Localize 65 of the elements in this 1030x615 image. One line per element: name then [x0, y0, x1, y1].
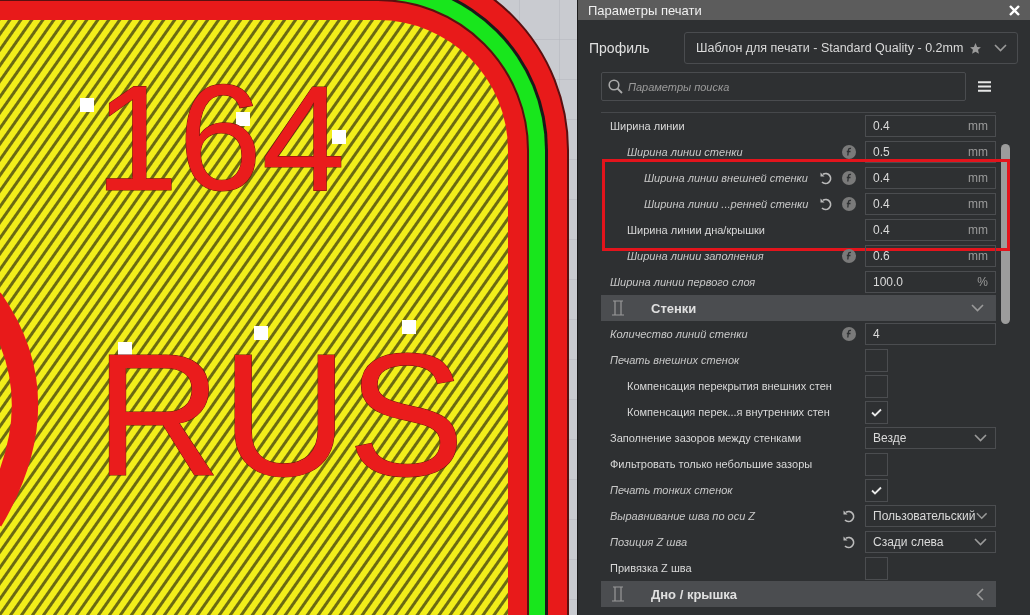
- panel-title: Параметры печати: [588, 2, 702, 18]
- function-icon[interactable]: [842, 327, 856, 341]
- chevron-down-icon: [975, 512, 987, 520]
- setting-label: Компенсация перек...я внутренних стен: [626, 406, 831, 418]
- function-icon[interactable]: [842, 171, 856, 185]
- function-icon[interactable]: [842, 249, 856, 263]
- number-field[interactable]: 0.6 mm: [865, 245, 996, 267]
- checkbox[interactable]: [865, 452, 888, 476]
- checkbox[interactable]: [865, 478, 888, 502]
- setting-label: Ширина линии дна/крышки: [626, 224, 766, 236]
- chevron-down-icon: [994, 44, 1007, 52]
- setting-label: Ширина линии: [609, 120, 686, 132]
- scrollbar-thumb[interactable]: [1001, 144, 1010, 324]
- profile-dropdown[interactable]: Шаблон для печати - Standard Quality - 0.2mm: [684, 32, 1018, 64]
- checkbox[interactable]: [865, 348, 888, 372]
- search-input[interactable]: Параметры поиска: [626, 79, 965, 94]
- function-icon[interactable]: [842, 145, 856, 159]
- star-icon[interactable]: [969, 41, 982, 55]
- section-icon: [611, 300, 625, 316]
- reset-icon[interactable]: [819, 171, 833, 185]
- setting-label: Компенсация перекрытия внешних стен: [626, 380, 833, 392]
- setting-label: Выравнивание шва по оси Z: [609, 510, 757, 522]
- section-icon: [611, 586, 625, 602]
- number-field[interactable]: 100.0 %: [865, 271, 996, 293]
- menu-icon[interactable]: [978, 81, 991, 92]
- number-field[interactable]: 4: [865, 323, 996, 345]
- number-field[interactable]: 0.4 mm: [865, 219, 996, 241]
- number-field[interactable]: 0.5 mm: [865, 141, 996, 163]
- search-icon: [608, 79, 623, 94]
- section-header[interactable]: Стенки: [601, 295, 996, 321]
- checkmark-icon: [871, 485, 882, 495]
- setting-label: Ширина линии стенки: [626, 146, 744, 158]
- number-field[interactable]: 0.4 mm: [865, 167, 996, 189]
- section-header[interactable]: Дно / крышка: [601, 581, 996, 607]
- chevron-down-icon: [974, 434, 987, 442]
- dropdown[interactable]: Сзади слева: [865, 531, 996, 553]
- search-field[interactable]: Параметры поиска: [601, 72, 966, 101]
- chevron-down-icon: [974, 538, 987, 546]
- setting-label: Фильтровать только небольшие зазоры: [609, 458, 814, 470]
- dropdown[interactable]: Пользовательский: [865, 505, 996, 527]
- checkbox[interactable]: [865, 374, 888, 398]
- chevron-down-icon: [971, 304, 984, 312]
- reset-icon[interactable]: [842, 535, 856, 549]
- setting-label: Печать тонких стенок: [609, 484, 734, 496]
- setting-label: Ширина линии внешней стенки: [643, 172, 809, 184]
- chevron-left-icon: [976, 587, 984, 601]
- setting-label: Количество линий стенки: [609, 328, 749, 340]
- setting-label: Позиция Z шва: [609, 536, 689, 548]
- checkbox[interactable]: [865, 556, 888, 580]
- function-icon[interactable]: [842, 197, 856, 211]
- number-field[interactable]: 0.4 mm: [865, 193, 996, 215]
- reset-icon[interactable]: [819, 197, 833, 211]
- number-field[interactable]: 0.4 mm: [865, 115, 996, 137]
- setting-label: Ширина линии заполнения: [626, 250, 765, 262]
- reset-icon[interactable]: [842, 509, 856, 523]
- setting-label: Печать внешних стенок: [609, 354, 741, 366]
- checkbox[interactable]: [865, 400, 888, 424]
- setting-label: Привязка Z шва: [609, 562, 693, 574]
- setting-label: Ширина линии ...ренней стенки: [643, 198, 810, 210]
- checkmark-icon: [871, 407, 882, 417]
- dropdown[interactable]: Везде: [865, 427, 996, 449]
- close-icon[interactable]: [1009, 4, 1020, 16]
- setting-label: Заполнение зазоров между стенками: [609, 432, 803, 444]
- profile-label: Профиль: [589, 40, 651, 56]
- setting-label: Ширина линии первого слоя: [609, 276, 757, 288]
